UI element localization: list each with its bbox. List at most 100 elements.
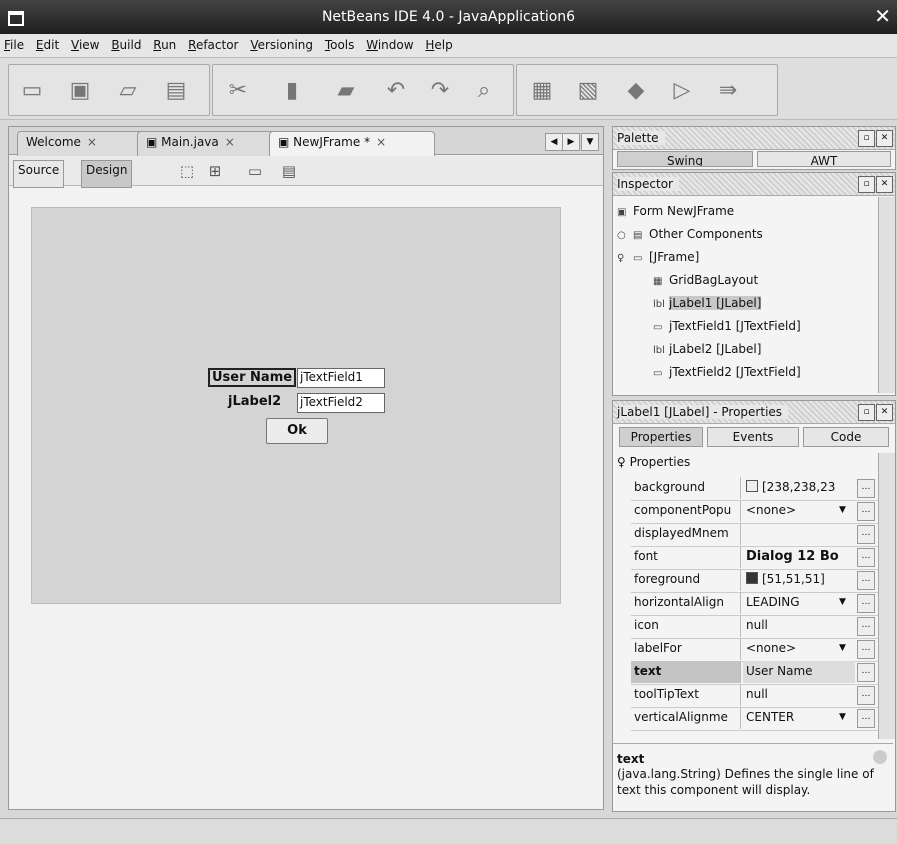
- palette-tab-awt[interactable]: AWT: [757, 151, 891, 167]
- ellipsis-button[interactable]: …: [857, 571, 875, 590]
- property-row-labelfor[interactable]: labelFor <none> ▼…: [631, 638, 893, 662]
- tree-node-jlabel1[interactable]: lbl jLabel1 [JLabel]: [653, 293, 762, 313]
- tab-newjframe[interactable]: ▣ NewJFrame * ×: [269, 131, 435, 159]
- tree-node-layout[interactable]: ▦ GridBagLayout: [653, 270, 758, 290]
- ok-button[interactable]: Ok: [266, 418, 328, 444]
- label-2[interactable]: jLabel2: [228, 394, 281, 409]
- open-project-icon[interactable]: ▱: [113, 77, 143, 105]
- debug-icon[interactable]: ▷: [667, 77, 697, 105]
- palette-tab-swing[interactable]: Swing: [617, 151, 753, 167]
- ellipsis-button[interactable]: …: [857, 686, 875, 705]
- clean-build-icon[interactable]: ▧: [573, 77, 603, 105]
- tree-node-jframe[interactable]: ♀ ▭ [JFrame]: [617, 247, 699, 267]
- new-project-icon[interactable]: ▭: [17, 77, 47, 105]
- tab-list-dropdown-icon[interactable]: ▼: [581, 133, 599, 151]
- tree-node-jlabel2[interactable]: lbl jLabel2 [JLabel]: [653, 339, 761, 359]
- find-icon[interactable]: ⌕: [469, 77, 499, 105]
- tree-node-form[interactable]: ▣ Form NewJFrame: [617, 201, 734, 221]
- ellipsis-button[interactable]: …: [857, 640, 875, 659]
- property-row-font[interactable]: font Dialog 12 Bo…: [631, 546, 893, 570]
- menu-versioning[interactable]: Versioning: [246, 34, 317, 52]
- dropdown-arrow-icon[interactable]: ▼: [839, 597, 846, 607]
- menu-help[interactable]: Help: [421, 34, 456, 52]
- close-panel-icon[interactable]: ✕: [876, 130, 893, 147]
- new-file-icon[interactable]: ▣: [65, 77, 95, 105]
- tree-node-jtextfield1[interactable]: ▭ jTextField1 [JTextField]: [653, 316, 801, 336]
- paste-icon[interactable]: ▰: [331, 77, 361, 105]
- close-tab-icon[interactable]: ×: [87, 135, 97, 149]
- run-icon[interactable]: ◆: [621, 77, 651, 105]
- ellipsis-button[interactable]: …: [857, 548, 875, 567]
- dropdown-arrow-icon[interactable]: ▼: [839, 505, 846, 515]
- undo-icon[interactable]: ↶: [381, 77, 411, 105]
- property-value[interactable]: null: [743, 684, 855, 706]
- ellipsis-button[interactable]: …: [857, 617, 875, 636]
- property-row-background[interactable]: background [238,238,23…: [631, 477, 893, 501]
- property-row-displayedmnemonic[interactable]: displayedMnem…: [631, 523, 893, 547]
- property-row-text[interactable]: text User Name…: [631, 661, 893, 685]
- text-field-2[interactable]: jTextField2: [297, 393, 385, 413]
- form-settings-icon[interactable]: ▤: [279, 161, 299, 181]
- ellipsis-button[interactable]: …: [857, 594, 875, 613]
- test-form-icon[interactable]: ▭: [245, 161, 265, 181]
- source-button[interactable]: Source: [13, 160, 65, 188]
- user-name-label[interactable]: User Name: [208, 368, 297, 387]
- property-row-componentpopup[interactable]: componentPopu <none> ▼…: [631, 500, 893, 524]
- property-value[interactable]: Dialog 12 Bo: [743, 546, 855, 568]
- text-field-1[interactable]: jTextField1: [297, 368, 385, 388]
- tab-code[interactable]: Code: [803, 427, 889, 447]
- property-value[interactable]: null: [743, 615, 855, 637]
- collapse-icon[interactable]: ♀: [617, 455, 630, 469]
- dropdown-arrow-icon[interactable]: ▼: [839, 643, 846, 653]
- menu-edit[interactable]: Edit: [32, 34, 63, 52]
- copy-icon[interactable]: ▮: [277, 77, 307, 105]
- tree-node-other-components[interactable]: ○ ▤ Other Components: [617, 224, 763, 244]
- cut-icon[interactable]: ✂: [223, 77, 253, 105]
- menu-build[interactable]: Build: [107, 34, 145, 52]
- tab-properties[interactable]: Properties: [619, 427, 703, 447]
- close-panel-icon[interactable]: ✕: [876, 176, 893, 193]
- tab-scroll-left-icon[interactable]: ◀: [545, 133, 563, 151]
- ellipsis-button[interactable]: …: [857, 502, 875, 521]
- property-row-horizontalalignment[interactable]: horizontalAlign LEADING ▼…: [631, 592, 893, 616]
- connection-mode-icon[interactable]: ⊞: [205, 161, 225, 181]
- inspector-scrollbar[interactable]: [878, 197, 895, 393]
- collapse-icon[interactable]: ♀: [617, 249, 633, 269]
- property-row-foreground[interactable]: foreground [51,51,51]…: [631, 569, 893, 593]
- minimize-panel-icon[interactable]: ▫: [858, 176, 875, 193]
- menu-refactor[interactable]: Refactor: [184, 34, 242, 52]
- expand-icon[interactable]: ○: [617, 226, 633, 246]
- tab-main-java[interactable]: ▣ Main.java ×: [137, 131, 287, 159]
- property-value[interactable]: [51,51,51]: [743, 569, 855, 591]
- tab-events[interactable]: Events: [707, 427, 799, 447]
- form-canvas[interactable]: User Name jTextField1 jLabel2 jTextField…: [31, 207, 561, 604]
- minimize-panel-icon[interactable]: ▫: [858, 404, 875, 421]
- properties-group-header[interactable]: ♀ Properties: [617, 455, 690, 469]
- tree-node-jtextfield2[interactable]: ▭ jTextField2 [JTextField]: [653, 362, 801, 382]
- property-value[interactable]: User Name: [743, 661, 855, 683]
- property-row-verticalalignment[interactable]: verticalAlignme CENTER ▼…: [631, 707, 893, 731]
- close-panel-icon[interactable]: ✕: [876, 404, 893, 421]
- redo-icon[interactable]: ↷: [425, 77, 455, 105]
- menu-run[interactable]: Run: [149, 34, 180, 52]
- help-icon[interactable]: [873, 750, 887, 764]
- property-value[interactable]: [743, 523, 855, 545]
- tab-scroll-right-icon[interactable]: ▶: [562, 133, 580, 151]
- menu-window[interactable]: Window: [362, 34, 417, 52]
- build-icon[interactable]: ▦: [527, 77, 557, 105]
- save-all-icon[interactable]: ▤: [161, 77, 191, 105]
- design-button[interactable]: Design: [81, 160, 133, 188]
- ellipsis-button[interactable]: …: [857, 525, 875, 544]
- menu-tools[interactable]: Tools: [321, 34, 359, 52]
- dropdown-arrow-icon[interactable]: ▼: [839, 712, 846, 722]
- selection-mode-icon[interactable]: ⬚: [177, 161, 197, 181]
- properties-scrollbar[interactable]: [878, 453, 895, 739]
- property-row-tooltiptext[interactable]: toolTipText null…: [631, 684, 893, 708]
- property-row-icon[interactable]: icon null…: [631, 615, 893, 639]
- close-tab-icon[interactable]: ×: [225, 135, 235, 149]
- menu-file[interactable]: File: [0, 34, 28, 52]
- ellipsis-button[interactable]: …: [857, 479, 875, 498]
- ellipsis-button[interactable]: …: [857, 709, 875, 728]
- property-value[interactable]: [238,238,23: [743, 477, 855, 499]
- close-window-button[interactable]: ✕: [874, 4, 891, 28]
